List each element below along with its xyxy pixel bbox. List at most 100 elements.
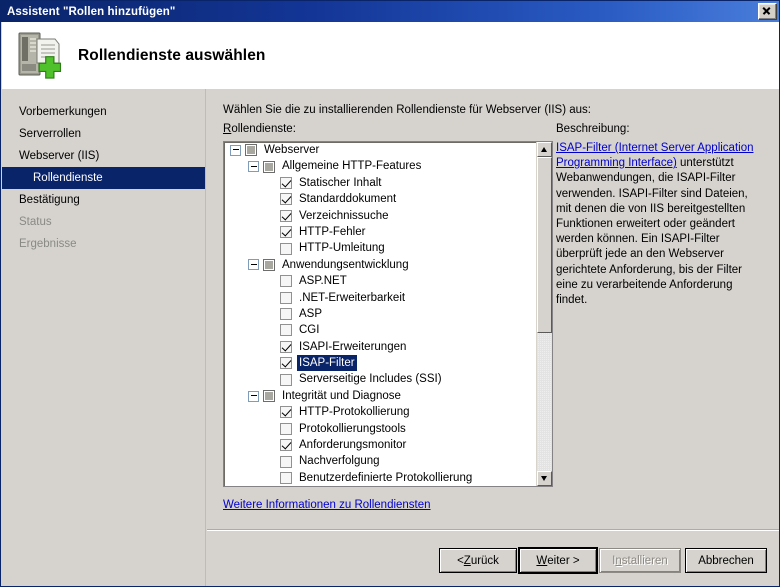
tree-item-label: Serverseitige Includes (SSI) [299, 373, 442, 386]
tree-row[interactable]: Integrität und Diagnose [224, 388, 536, 404]
cancel-button[interactable]: Abbrechen [685, 548, 767, 573]
scroll-up-button[interactable] [537, 142, 552, 157]
next-button-accel: W [536, 554, 548, 567]
back-button-accel: Z [463, 554, 471, 567]
expander-collapse-icon[interactable] [248, 259, 259, 271]
wizard-steps-sidebar: Vorbemerkungen Serverrollen Webserver (I… [2, 89, 206, 586]
tree-row[interactable]: Anwendungsentwicklung [224, 257, 536, 273]
tree-row[interactable]: ASP.NET [224, 273, 536, 289]
back-button[interactable]: < Zurück [439, 548, 517, 573]
tree-row[interactable]: Webserver [224, 142, 536, 158]
tree-item-label: ISAP-Filter [297, 355, 357, 372]
description-text: ISAP-Filter (Internet Server Application… [556, 141, 763, 308]
tree-row[interactable]: .NET-Erweiterbarkeit [224, 290, 536, 306]
tree-row[interactable]: Allgemeine HTTP-Features [224, 158, 536, 174]
tree-checkbox[interactable] [280, 308, 292, 321]
page-title: Rollendienste auswählen [78, 46, 266, 64]
scrollbar-thumb[interactable] [537, 157, 552, 333]
tree-checkbox[interactable] [280, 422, 292, 435]
server-add-icon [14, 30, 66, 82]
tree-checkbox[interactable] [280, 209, 292, 222]
chevron-up-icon [541, 147, 547, 152]
window-title: Assistent "Rollen hinzufügen" [7, 5, 176, 18]
add-roles-wizard-window: Assistent "Rollen hinzufügen" Rollendien… [0, 0, 780, 587]
tree-checkbox[interactable] [280, 373, 292, 386]
role-services-label-rest: ollendienste: [231, 123, 296, 135]
tree-checkbox[interactable] [280, 176, 292, 189]
tree-row[interactable]: HTTP-Protokollierung [224, 404, 536, 420]
role-services-tree[interactable]: Webserver Allgemeine HTTP-Features Statisc… [223, 141, 553, 487]
tree-checkbox[interactable] [280, 406, 292, 419]
tree-row[interactable]: Statischer Inhalt [224, 175, 536, 191]
tree-rows-container: Webserver Allgemeine HTTP-Features Statisc… [224, 142, 536, 486]
tree-checkbox[interactable] [280, 324, 292, 337]
wizard-banner: Rollendienste auswählen [2, 22, 779, 89]
more-info-link[interactable]: Weitere Informationen zu Rollendiensten [223, 499, 431, 511]
instruction-text: Wählen Sie die zu installierenden Rollen… [223, 104, 591, 116]
title-bar: Assistent "Rollen hinzufügen" [1, 1, 779, 22]
tree-checkbox[interactable] [263, 390, 275, 403]
description-panel: ISAP-Filter (Internet Server Application… [556, 141, 763, 487]
tree-checkbox[interactable] [280, 242, 292, 255]
chevron-down-icon [541, 476, 547, 481]
tree-row[interactable]: Serverseitige Includes (SSI) [224, 371, 536, 387]
tree-item-label: Statischer Inhalt [299, 176, 382, 189]
tree-row[interactable]: Anforderungsmonitor [224, 437, 536, 453]
footer-bar: < Zurück Weiter > In stallieren Abbrechen [207, 531, 779, 586]
tree-item-label: Nachverfolgung [299, 455, 380, 468]
tree-item-label: Anforderungsmonitor [299, 439, 407, 452]
tree-row[interactable]: ISAPI-Erweiterungen [224, 339, 536, 355]
cancel-button-label: Abbrechen [698, 554, 754, 567]
tree-item-label: HTTP-Fehler [299, 225, 366, 238]
tree-item-label: Allgemeine HTTP-Features [282, 160, 422, 173]
role-services-label: Rollendienste: [223, 123, 296, 135]
expander-collapse-icon[interactable] [230, 144, 241, 156]
tree-checkbox[interactable] [280, 226, 292, 239]
next-button[interactable]: Weiter > [518, 547, 598, 574]
tree-checkbox[interactable] [280, 291, 292, 304]
tree-item-label: CGI [299, 324, 320, 337]
tree-item-label: Webserver [264, 144, 320, 156]
tree-checkbox[interactable] [263, 258, 275, 271]
tree-checkbox[interactable] [280, 193, 292, 206]
back-button-post: urück [470, 554, 499, 567]
expander-collapse-icon[interactable] [248, 390, 259, 402]
tree-vertical-scrollbar[interactable] [536, 142, 552, 486]
tree-checkbox[interactable] [280, 275, 292, 288]
description-label: Beschreibung: [556, 123, 630, 135]
tree-row[interactable]: HTTP-Umleitung [224, 240, 536, 256]
scroll-down-button[interactable] [537, 471, 552, 486]
tree-item-label: ASP [299, 307, 323, 320]
tree-row[interactable]: Standarddokument [224, 191, 536, 207]
tree-checkbox[interactable] [245, 144, 257, 157]
tree-row[interactable]: CGI [224, 322, 536, 338]
sidebar-item-bestaetigung[interactable]: Bestätigung [2, 189, 205, 211]
tree-checkbox[interactable] [280, 439, 292, 452]
tree-checkbox[interactable] [280, 455, 292, 468]
tree-checkbox[interactable] [280, 472, 292, 484]
expander-collapse-icon[interactable] [248, 161, 259, 173]
sidebar-item-rollendienste[interactable]: Rollendienste [2, 167, 205, 189]
tree-checkbox[interactable] [280, 340, 292, 353]
tree-row[interactable]: HTTP-Fehler [224, 224, 536, 240]
description-body: unterstützt Webanwendungen, die ISAPI-Fi… [556, 157, 748, 307]
tree-row[interactable]: Benutzerdefinierte Protokollierung [224, 470, 536, 486]
tree-row[interactable]: Nachverfolgung [224, 453, 536, 469]
scrollbar-track[interactable] [537, 157, 552, 471]
tree-row[interactable]: ASP [224, 306, 536, 322]
tree-item-label: Standarddokument [299, 193, 397, 206]
close-button[interactable] [758, 3, 777, 20]
tree-row[interactable]: Protokollierungstools [224, 421, 536, 437]
back-button-pre: < [457, 554, 464, 567]
sidebar-item-serverrollen[interactable]: Serverrollen [2, 123, 205, 145]
tree-row[interactable]: Verzeichnissuche [224, 208, 536, 224]
tree-checkbox[interactable] [280, 357, 292, 370]
tree-item-label: HTTP-Umleitung [299, 242, 385, 255]
next-button-post: eiter > [547, 554, 580, 567]
sidebar-item-status: Status [19, 216, 52, 228]
tree-checkbox[interactable] [263, 160, 275, 173]
sidebar-item-webserver-iis[interactable]: Webserver (IIS) [2, 145, 205, 167]
tree-item-label: Protokollierungstools [299, 422, 406, 435]
tree-row[interactable]: ISAP-Filter [224, 355, 536, 372]
sidebar-item-vorbemerkungen[interactable]: Vorbemerkungen [2, 101, 205, 123]
